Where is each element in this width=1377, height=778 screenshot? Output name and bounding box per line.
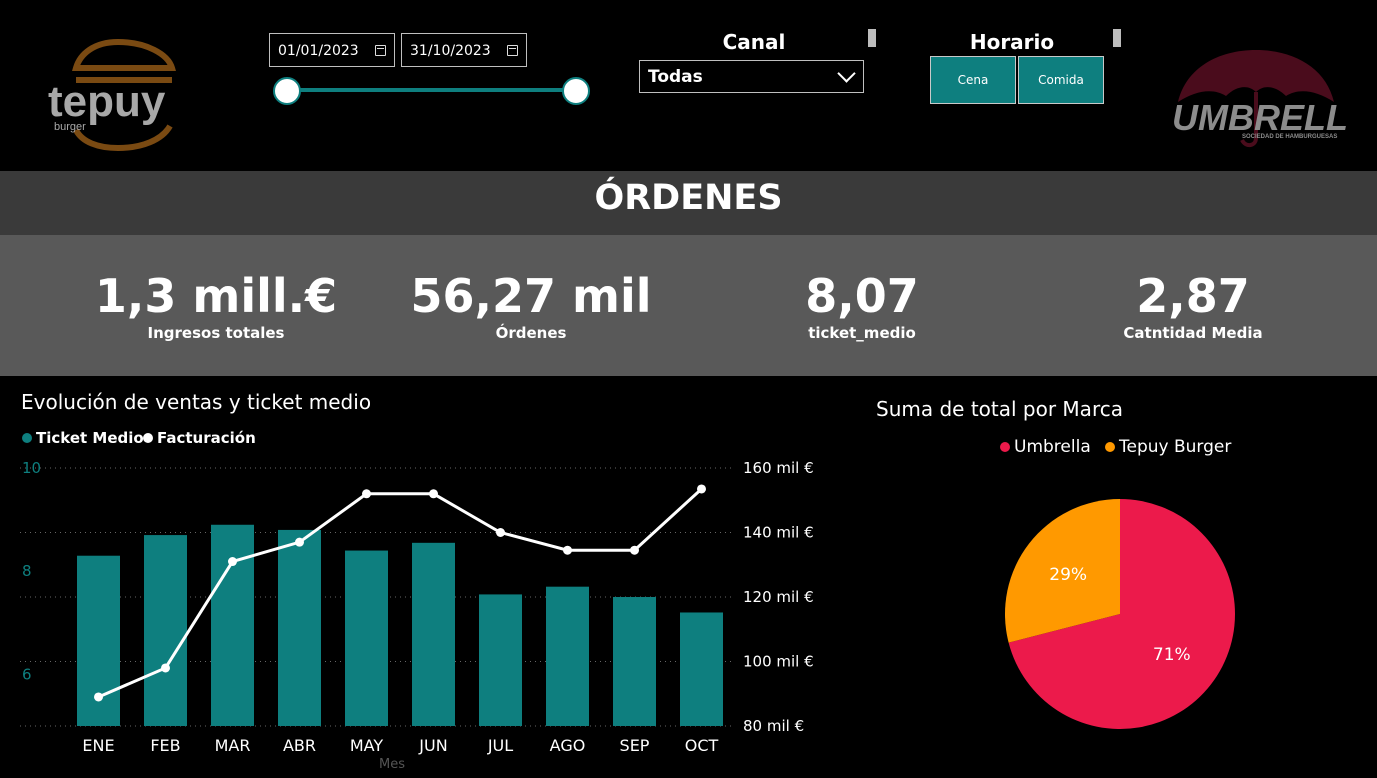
section-title: ÓRDENES bbox=[594, 178, 783, 218]
start-date-input[interactable]: 01/01/2023 bbox=[269, 33, 395, 67]
right-axis-tick-label: 100 mil € bbox=[743, 653, 814, 671]
date-range-start-handle[interactable] bbox=[273, 77, 301, 105]
combo-chart[interactable]: 80 mil € 100 mil € 120 mil € 140 mil € 160 m… bbox=[0, 450, 850, 776]
kpi-label: Ingresos totales bbox=[147, 324, 285, 342]
pie-data-label: 71% bbox=[1153, 645, 1191, 665]
kpi-ingresos: 1,3 mill.€ Ingresos totales bbox=[66, 268, 366, 342]
bar-ticket-medio bbox=[278, 529, 321, 726]
point-facturacion bbox=[228, 557, 237, 567]
right-axis-tick-label: 120 mil € bbox=[743, 588, 814, 606]
kpi-label: ticket_medio bbox=[808, 324, 916, 342]
bar-ticket-medio bbox=[546, 586, 589, 726]
kpi-ordenes: 56,27 mil Órdenes bbox=[381, 268, 681, 342]
x-axis-tick-label: AGO bbox=[550, 736, 586, 755]
calendar-icon[interactable] bbox=[507, 45, 518, 56]
bar-ticket-medio bbox=[613, 597, 656, 726]
x-axis-tick-label: FEB bbox=[150, 736, 180, 755]
pie-chart-title: Suma de total por Marca bbox=[876, 397, 1123, 421]
canal-filter-title: Canal bbox=[722, 30, 786, 54]
point-facturacion bbox=[161, 663, 170, 673]
point-facturacion bbox=[697, 484, 706, 494]
left-axis-tick-label: 6 bbox=[22, 665, 32, 683]
pie-chart[interactable]: 71% 29% bbox=[990, 490, 1250, 740]
point-facturacion bbox=[496, 528, 505, 537]
x-axis-tick-label: JUL bbox=[487, 736, 513, 755]
x-axis-tick-label: MAR bbox=[215, 736, 251, 755]
start-date-value: 01/01/2023 bbox=[278, 43, 359, 59]
pie-data-label: 29% bbox=[1049, 565, 1087, 585]
x-axis-title: Mes bbox=[379, 757, 405, 772]
end-date-value: 31/10/2023 bbox=[410, 43, 491, 59]
bar-ticket-medio bbox=[412, 542, 455, 726]
legend-dot bbox=[143, 433, 153, 443]
legend-umbrella[interactable]: Umbrella bbox=[1000, 437, 1091, 457]
point-facturacion bbox=[295, 537, 304, 547]
line-facturacion bbox=[97, 487, 703, 699]
horario-button-cena[interactable]: Cena bbox=[930, 56, 1016, 104]
legend-dot bbox=[22, 433, 32, 443]
legend-label: Ticket Medio bbox=[36, 429, 144, 447]
legend-ticket-medio[interactable]: Ticket Medio bbox=[22, 429, 144, 447]
horario-button-comida[interactable]: Comida bbox=[1018, 56, 1104, 104]
point-facturacion bbox=[429, 489, 438, 499]
legend-label: Umbrella bbox=[1014, 437, 1091, 457]
tepuy-logo: tepuy burger bbox=[46, 38, 186, 153]
kpi-value: 56,27 mil bbox=[410, 269, 652, 323]
svg-text:UMBRELLA: UMBRELLA bbox=[1172, 97, 1346, 138]
bar-ticket-medio bbox=[479, 594, 522, 726]
calendar-icon[interactable] bbox=[375, 45, 386, 56]
kpi-label: Catntidad Media bbox=[1123, 324, 1263, 342]
horario-filter-title: Horario bbox=[969, 30, 1055, 54]
chevron-down-icon bbox=[837, 64, 856, 83]
right-axis-tick-label: 160 mil € bbox=[743, 459, 814, 477]
kpi-label: Órdenes bbox=[495, 324, 567, 342]
svg-text:burger: burger bbox=[54, 121, 86, 133]
point-facturacion bbox=[362, 489, 371, 499]
svg-text:SOCIEDAD DE HAMBURGUESAS: SOCIEDAD DE HAMBURGUESAS bbox=[1242, 134, 1337, 140]
kpi-ticket-medio: 8,07 ticket_medio bbox=[712, 268, 1012, 342]
x-axis-tick-label: ENE bbox=[82, 736, 114, 755]
legend-dot bbox=[1105, 442, 1115, 452]
point-facturacion bbox=[563, 545, 572, 555]
x-axis-tick-label: OCT bbox=[685, 736, 719, 755]
legend-label: Tepuy Burger bbox=[1119, 437, 1232, 457]
legend-tepuy-burger[interactable]: Tepuy Burger bbox=[1105, 437, 1231, 457]
kpi-value: 1,3 mill.€ bbox=[94, 269, 338, 323]
bar-ticket-medio bbox=[211, 524, 254, 726]
legend-facturacion[interactable]: Facturación bbox=[143, 429, 256, 447]
horario-filter-scrollbar[interactable] bbox=[1113, 29, 1121, 47]
bar-ticket-medio bbox=[680, 612, 723, 726]
canal-filter-scrollbar[interactable] bbox=[868, 29, 876, 47]
left-axis-tick-label: 8 bbox=[22, 562, 32, 580]
point-facturacion bbox=[94, 692, 103, 702]
svg-text:tepuy: tepuy bbox=[48, 77, 166, 126]
date-range-end-handle[interactable] bbox=[562, 77, 590, 105]
x-axis-tick-label: SEP bbox=[620, 736, 650, 755]
end-date-input[interactable]: 31/10/2023 bbox=[401, 33, 527, 67]
x-axis-tick-label: ABR bbox=[283, 736, 316, 755]
canal-dropdown[interactable]: Todas bbox=[639, 60, 864, 93]
point-facturacion bbox=[630, 545, 639, 555]
kpi-value: 2,87 bbox=[1136, 269, 1250, 323]
canal-selected-value: Todas bbox=[648, 67, 703, 87]
legend-dot bbox=[1000, 442, 1010, 452]
x-axis-tick-label: JUN bbox=[418, 736, 447, 755]
legend-label: Facturación bbox=[157, 429, 256, 447]
bar-ticket-medio bbox=[144, 535, 187, 726]
kpi-value: 8,07 bbox=[805, 269, 919, 323]
x-axis-tick-label: MAY bbox=[350, 736, 384, 755]
right-axis-tick-label: 140 mil € bbox=[743, 524, 814, 542]
left-axis-tick-label: 10 bbox=[22, 459, 41, 477]
combo-chart-title: Evolución de ventas y ticket medio bbox=[21, 390, 372, 414]
kpi-cantidad-media: 2,87 Catntidad Media bbox=[1043, 268, 1343, 342]
umbrella-logo: UMBRELLA SOCIEDAD DE HAMBURGUESAS bbox=[1166, 46, 1374, 152]
bar-ticket-medio bbox=[345, 550, 388, 726]
date-range-slider-track[interactable] bbox=[286, 88, 576, 92]
right-axis-tick-label: 80 mil € bbox=[743, 717, 804, 735]
